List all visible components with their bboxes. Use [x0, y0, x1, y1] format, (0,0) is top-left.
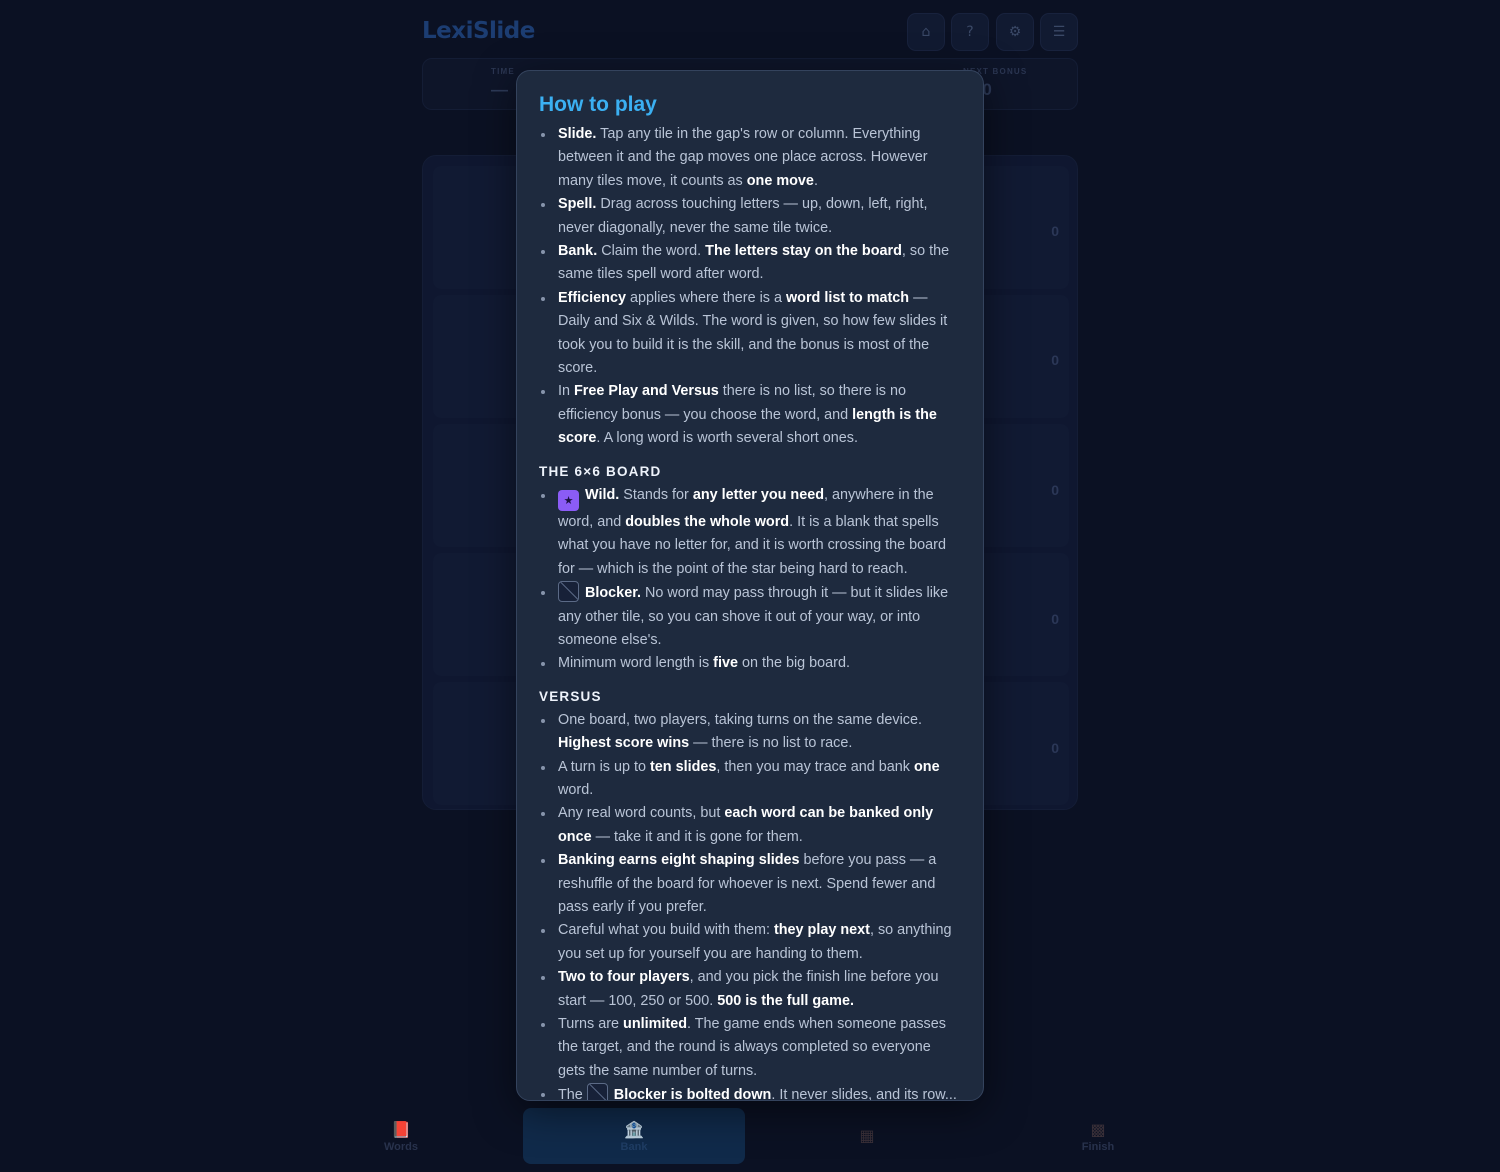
- rule-text: A turn is up to: [558, 758, 650, 775]
- board-rules-list: ★ Wild. Stands for any letter you need, a…: [539, 484, 961, 676]
- finish-label: Finish: [1081, 1140, 1115, 1153]
- settings-button[interactable]: ⚙: [996, 13, 1034, 51]
- rule-blocker: Blocker. No word may pass through it — b…: [539, 581, 961, 652]
- rule-versus-blocker: The Blocker is bolted down. It never sli…: [539, 1083, 961, 1101]
- emphasis-text: Blocker.: [585, 585, 641, 602]
- emphasis-text: The letters stay on the board: [705, 243, 902, 260]
- rule-text: In: [558, 383, 574, 400]
- emphasis-text: Banking earns eight shaping slides: [558, 852, 800, 869]
- bank-icon: 🏦: [624, 1119, 644, 1139]
- menu-button[interactable]: ☰: [1040, 13, 1078, 51]
- rule-text: The: [558, 1087, 587, 1101]
- rule-text: Tap any tile in the gap's row or column.…: [558, 126, 928, 189]
- emphasis-text: Efficiency: [558, 289, 626, 306]
- rule-text: .: [813, 172, 818, 189]
- rule-versus-players: Two to four players, and you pick the fi…: [539, 966, 961, 1013]
- emphasis-text: any letter you need: [692, 486, 824, 503]
- bank-label: Bank: [620, 1140, 648, 1153]
- rule-text: , then you may trace and bank: [716, 758, 914, 775]
- modal-title: How to play: [539, 93, 657, 116]
- rule-text: Any real word counts, but: [558, 805, 725, 822]
- emphasis-text: five: [713, 655, 738, 672]
- words-label: Words: [383, 1140, 419, 1153]
- bank-button[interactable]: 🏦 Bank: [523, 1108, 745, 1164]
- row-count: 0: [1051, 482, 1059, 498]
- rule-text: One board, two players, taking turns on …: [558, 711, 922, 728]
- emphasis-text: ten slides: [650, 758, 717, 775]
- intro-rules-list: Slide. Tap any tile in the gap's row or …: [539, 123, 961, 451]
- bottom-nav: 📕 Words 🏦 Bank ▦ ▩ Finish: [290, 1104, 1212, 1168]
- rule-text: Minimum word length is: [558, 655, 714, 672]
- question-icon: ?: [966, 24, 974, 40]
- rule-text: — take it and it is gone for them.: [591, 828, 803, 845]
- emphasis-text: Slide.: [558, 126, 597, 142]
- hamburger-menu-icon: ☰: [1052, 24, 1066, 40]
- app-logo: LexiSlide: [422, 18, 535, 44]
- rule-text: Claim the word.: [597, 243, 706, 260]
- blocker-tile-icon: [558, 581, 579, 603]
- rule-text: Drag across touching letters — up, down,…: [558, 196, 928, 236]
- rule-text: Turns are: [558, 1016, 624, 1033]
- emphasis-text: one move: [746, 172, 814, 189]
- star-icon: ★: [558, 489, 579, 511]
- rule-versus-unlimited: Turns are unlimited. The game ends when …: [539, 1013, 961, 1083]
- rule-text: applies where there is a: [625, 289, 786, 306]
- row-count: 0: [1051, 352, 1059, 368]
- emphasis-text: Blocker is bolted down: [613, 1087, 772, 1101]
- emphasis-text: one: [913, 758, 940, 775]
- time-label: TIME: [491, 67, 515, 76]
- home-icon: ⌂: [921, 24, 931, 40]
- rule-spell: Spell. Drag across touching letters — up…: [539, 193, 961, 240]
- finish-button[interactable]: ▩ Finish: [987, 1108, 1209, 1164]
- rule-efficiency: Efficiency applies where there is a word…: [539, 287, 961, 381]
- rule-text: Careful what you build with them:: [558, 922, 774, 939]
- rule-text: . It never slides, and its row...: [771, 1087, 957, 1101]
- emphasis-text: Spell.: [558, 196, 597, 213]
- reshuffle-button[interactable]: ▦: [756, 1108, 978, 1164]
- rule-text: word.: [558, 781, 594, 798]
- time-value: —: [491, 80, 508, 99]
- emphasis-text: unlimited: [623, 1016, 688, 1033]
- rule-text: Stands for: [619, 486, 693, 503]
- checkered-flag-icon: ▩: [1090, 1119, 1106, 1139]
- emphasis-text: they play next: [773, 922, 870, 939]
- emphasis-text: word list to match: [785, 289, 910, 306]
- rule-versus-turn: A turn is up to ten slides, then you may…: [539, 756, 961, 803]
- row-count: 0: [1051, 223, 1059, 239]
- book-icon: 📕: [391, 1119, 411, 1139]
- emphasis-text: Bank.: [558, 243, 598, 260]
- board-section-title: THE 6×6 BOARD: [539, 463, 662, 479]
- emphasis-text: Wild.: [585, 486, 620, 503]
- home-button[interactable]: ⌂: [907, 13, 945, 51]
- rule-text: . A long word is worth several short one…: [596, 430, 858, 447]
- reshuffle-icon: ▦: [859, 1125, 875, 1145]
- blocker-tile-icon: [586, 1083, 608, 1100]
- rule-versus-shaping: Banking earns eight shaping slides befor…: [539, 849, 961, 919]
- rule-wild: ★ Wild. Stands for any letter you need, a…: [539, 484, 961, 581]
- rule-text: — there is no list to race.: [689, 735, 853, 752]
- rule-min-length: Minimum word length is five on the big b…: [539, 652, 961, 675]
- row-count: 0: [1051, 611, 1059, 627]
- time-stat: TIME —: [491, 67, 515, 100]
- emphasis-text: Free Play and Versus: [574, 383, 719, 400]
- rule-versus-board: One board, two players, taking turns on …: [539, 709, 961, 756]
- versus-section-title: VERSUS: [539, 688, 602, 704]
- gear-icon: ⚙: [1008, 24, 1022, 40]
- help-button[interactable]: ?: [951, 13, 989, 51]
- versus-rules-list: One board, two players, taking turns on …: [539, 709, 961, 1101]
- emphasis-text: Two to four players: [558, 969, 690, 986]
- words-button[interactable]: 📕 Words: [290, 1108, 512, 1164]
- rule-text: on the big board.: [737, 655, 850, 672]
- how-to-play-modal[interactable]: How to play Slide. Tap any tile in the g…: [516, 70, 984, 1101]
- rule-versus-careful: Careful what you build with them: they p…: [539, 919, 961, 966]
- row-count: 0: [1051, 740, 1059, 756]
- emphasis-text: Highest score wins: [558, 735, 690, 752]
- rule-slide: Slide. Tap any tile in the gap's row or …: [539, 123, 961, 193]
- rule-bank: Bank. Claim the word. The letters stay o…: [539, 240, 961, 287]
- emphasis-text: 500 is the full game.: [717, 992, 854, 1009]
- emphasis-text: doubles the whole word: [625, 513, 790, 530]
- rule-versus-once: Any real word counts, but each word can …: [539, 802, 961, 849]
- rule-free-play: In Free Play and Versus there is no list…: [539, 380, 961, 450]
